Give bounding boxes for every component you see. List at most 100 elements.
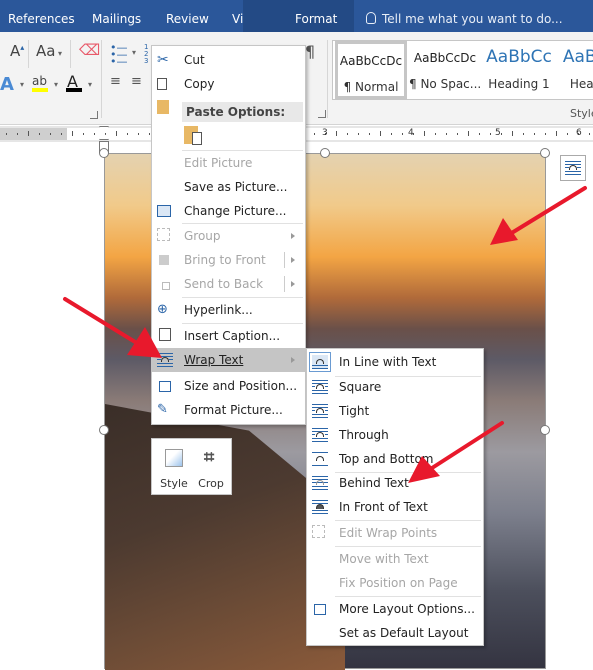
resize-handle[interactable] — [99, 425, 109, 435]
resize-handle[interactable] — [320, 148, 330, 158]
styles-group-label: Styles — [570, 107, 593, 120]
ruler-margin — [0, 128, 67, 140]
menu-item-cut[interactable]: ✂ Cut — [152, 48, 305, 72]
crop-button[interactable]: ⌗ Crop — [193, 443, 229, 491]
divider — [28, 40, 29, 68]
resize-handle[interactable] — [540, 148, 550, 158]
wrap-option-fix-position[interactable]: Fix Position on Page — [307, 571, 483, 595]
chevron-down-icon[interactable]: ▾ — [20, 80, 24, 89]
ruler-tick — [490, 133, 491, 135]
wrap-option-through[interactable]: Through — [307, 423, 483, 447]
wrap-option-tight[interactable]: Tight — [307, 399, 483, 423]
wrap-option-edit-wrap-points[interactable]: Edit Wrap Points — [307, 521, 483, 545]
menu-item-bring-to-front[interactable]: Bring to Front — [152, 248, 305, 272]
ruler-tick — [50, 133, 51, 135]
picture-style-icon — [165, 449, 183, 467]
menu-label: In Front of Text — [339, 500, 428, 514]
tab-review[interactable]: Review — [158, 0, 217, 32]
ruler-tick — [369, 133, 370, 135]
align-center-icon[interactable]: ≡ — [131, 74, 142, 89]
menu-label: Group — [184, 229, 221, 243]
wrap-option-in-front-of-text[interactable]: In Front of Text — [307, 495, 483, 519]
style-button[interactable]: Style — [156, 443, 192, 491]
ruler-tick — [391, 133, 392, 135]
ruler-tick — [28, 131, 29, 136]
change-case-button[interactable]: Aa ▾ — [36, 42, 62, 60]
style-name: Heading 1 — [488, 77, 550, 91]
layout-options-icon — [314, 604, 326, 615]
menu-item-send-to-back[interactable]: Send to Back — [152, 272, 305, 296]
tab-references[interactable]: References — [0, 0, 83, 32]
menu-item-wrap-text[interactable]: Wrap Text — [152, 348, 305, 372]
layout-options-button[interactable] — [560, 155, 586, 181]
wrap-option-behind-text[interactable]: Behind Text — [307, 471, 483, 495]
menu-label: Wrap Text — [184, 353, 244, 367]
menu-item-format-picture[interactable]: ✎ Format Picture... — [152, 398, 305, 422]
menu-item-group[interactable]: Group — [152, 224, 305, 248]
bullets-icon[interactable]: •— •— •— — [110, 42, 128, 67]
ruler-tick — [72, 131, 73, 136]
chevron-down-icon[interactable]: ▾ — [132, 48, 136, 57]
menu-label: Change Picture... — [184, 204, 287, 218]
menu-item-save-as-picture[interactable]: Save as Picture... — [152, 175, 305, 199]
split-divider — [284, 276, 285, 292]
ruler-tick — [116, 131, 117, 136]
grow-font-icon[interactable]: A▴ — [10, 42, 24, 60]
menu-item-edit-picture[interactable]: Edit Picture — [152, 151, 305, 175]
copy-icon — [157, 78, 167, 90]
wrap-option-top-and-bottom[interactable]: Top and Bottom — [307, 447, 483, 471]
style-normal[interactable]: AaBbCcDc ¶ Normal — [335, 41, 407, 99]
paragraph-dialog-launcher[interactable] — [318, 110, 326, 118]
wrap-option-move-with-text[interactable]: Move with Text — [307, 547, 483, 571]
style-sample: AaBbCc — [486, 47, 552, 67]
behind-text-icon — [312, 476, 328, 490]
style-sample: AaBbCcDc — [413, 51, 477, 65]
wrap-option-more-layout-options[interactable]: More Layout Options... — [307, 597, 483, 621]
clear-formatting-icon[interactable]: ⌫ — [79, 41, 100, 59]
align-left-icon[interactable]: ≡ — [110, 74, 121, 89]
text-effects-button[interactable]: A — [0, 74, 14, 95]
resize-handle[interactable] — [99, 148, 109, 158]
menu-item-size-and-position[interactable]: Size and Position... — [152, 374, 305, 398]
numbering-icon[interactable]: 123 — [144, 44, 148, 65]
tell-me-search[interactable]: Tell me what you want to do... — [366, 0, 563, 32]
pilcrow-icon[interactable]: ¶ — [305, 42, 315, 61]
ruler-number: 4 — [408, 128, 414, 138]
tab-mailings[interactable]: Mailings — [84, 0, 149, 32]
menu-label: Copy — [184, 77, 215, 91]
ruler-tick — [457, 133, 458, 135]
chevron-down-icon[interactable]: ▾ — [54, 80, 58, 89]
ruler-tick — [534, 133, 535, 135]
style-heading-1[interactable]: AaBbCc Heading 1 — [483, 41, 555, 99]
menu-item-change-picture[interactable]: Change Picture... — [152, 199, 305, 223]
style-heading-2[interactable]: AaBbC Headin — [555, 41, 593, 99]
menu-label: Set as Default Layout — [339, 626, 469, 640]
menu-item-hyperlink[interactable]: ⊕ Hyperlink... — [152, 298, 305, 322]
menu-label: Insert Caption... — [184, 329, 281, 343]
size-position-icon — [159, 381, 171, 392]
menu-item-insert-caption[interactable]: Insert Caption... — [152, 324, 305, 348]
ruler-tick — [138, 133, 139, 135]
highlight-button[interactable]: ab — [32, 74, 47, 88]
wrap-option-square[interactable]: Square — [307, 375, 483, 399]
ruler-number: 3 — [322, 128, 328, 138]
paste-icon — [157, 100, 169, 114]
tab-format[interactable]: Format — [243, 0, 354, 32]
styles-gallery: AaBbCcDc ¶ Normal AaBbCcDc ¶ No Spac... … — [332, 40, 593, 100]
font-dialog-launcher[interactable] — [90, 111, 98, 119]
split-divider — [284, 252, 285, 268]
wrap-option-set-as-default[interactable]: Set as Default Layout — [307, 621, 483, 645]
ruler-tick — [39, 133, 40, 135]
wrap-option-in-line-with-text[interactable]: In Line with Text — [307, 350, 483, 374]
ruler-tick — [523, 133, 524, 135]
style-no-spacing[interactable]: AaBbCcDc ¶ No Spac... — [409, 41, 481, 99]
style-sample: AaBbCcDc — [339, 54, 403, 68]
submenu-arrow-icon — [291, 357, 295, 363]
chevron-down-icon[interactable]: ▾ — [88, 80, 92, 89]
paste-keep-picture-button[interactable] — [184, 124, 206, 146]
resize-handle[interactable] — [540, 425, 550, 435]
format-picture-icon: ✎ — [157, 402, 168, 417]
menu-label: Format Picture... — [184, 403, 283, 417]
menu-item-copy[interactable]: Copy — [152, 72, 305, 96]
square-wrap-icon — [312, 380, 328, 394]
